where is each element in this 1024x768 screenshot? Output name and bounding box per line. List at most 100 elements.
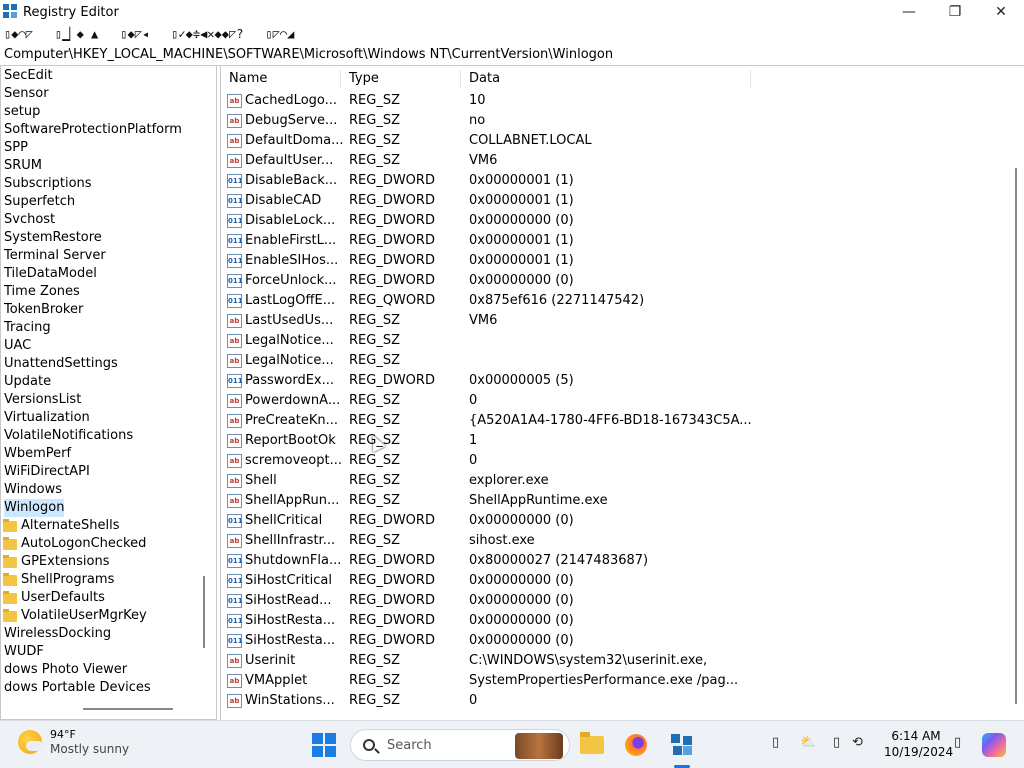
value-row[interactable]: ab LastUsedUs... REG_SZ VM6 [221,311,1011,331]
value-row[interactable]: ab ReportBootOk REG_SZ 1 [221,431,1011,451]
tree-item[interactable]: AlternateShells [3,517,120,535]
minimize-button[interactable]: — [886,0,932,24]
tree-horizontal-scrollbar[interactable] [83,708,173,710]
address-path[interactable]: Computer\HKEY_LOCAL_MACHINE\SOFTWARE\Mic… [4,47,613,62]
value-row[interactable]: ab Shell REG_SZ explorer.exe [221,471,1011,491]
tree-item[interactable]: Terminal Server [4,247,106,265]
menu-edit[interactable]: ▯▁▏◆ ▲ [55,27,98,41]
value-row[interactable]: ab CachedLogo... REG_SZ 10 [221,91,1011,111]
start-button[interactable] [312,733,336,757]
value-row[interactable]: ab ShellAppRun... REG_SZ ShellAppRuntime.ex… [221,491,1011,511]
key-tree-pane[interactable]: SecEdit Sensor setup SoftwareProtectionPlat… [0,66,217,720]
column-header-data[interactable]: Data [461,70,751,88]
list-vertical-scrollbar[interactable] [1015,168,1017,704]
values-list-pane[interactable]: Name Type Data ab CachedLogo... REG_SZ 10 ab… [220,66,1024,720]
value-row[interactable]: ab DebugServe... REG_SZ no [221,111,1011,131]
value-row[interactable]: ab Userinit REG_SZ C:\WINDOWS\system32\user… [221,651,1011,671]
tree-item[interactable]: UAC [4,337,31,355]
value-row[interactable]: 011 ShellCritical REG_DWORD 0x00000000 (0) [221,511,1011,531]
value-row[interactable]: ab PowerdownA... REG_SZ 0 [221,391,1011,411]
value-row[interactable]: 011 ForceUnlock... REG_DWORD 0x00000000 (0) [221,271,1011,291]
tree-item[interactable]: Windows [4,481,62,499]
value-row[interactable]: 011 EnableSIHos... REG_DWORD 0x00000001 (1) [221,251,1011,271]
volume-icon[interactable]: ⟲ [852,735,863,750]
value-row[interactable]: ab PreCreateKn... REG_SZ {A520A1A4-1780-4FF… [221,411,1011,431]
tree-item[interactable]: TileDataModel [4,265,97,283]
taskbar-search[interactable]: Search [350,729,570,761]
tree-vertical-scrollbar[interactable] [203,576,205,648]
value-row[interactable]: 011 SiHostCritical REG_DWORD 0x00000000 (0) [221,571,1011,591]
tree-item[interactable]: VersionsList [4,391,81,409]
tree-item[interactable]: Winlogon [4,499,65,517]
value-row[interactable]: 011 SiHostResta... REG_DWORD 0x00000000 (0) [221,631,1011,651]
tree-item[interactable]: setup [4,103,40,121]
tree-item[interactable]: WbemPerf [4,445,71,463]
value-row[interactable]: 011 ShutdownFla... REG_DWORD 0x80000027 (21… [221,551,1011,571]
tree-item[interactable]: Time Zones [4,283,80,301]
value-row[interactable]: 011 EnableFirstL... REG_DWORD 0x00000001 (1… [221,231,1011,251]
tree-item[interactable]: Update [4,373,51,391]
tree-item[interactable]: dows Portable Devices [4,679,151,697]
weather-widget[interactable]: 94°F Mostly sunny [18,727,129,757]
tree-item[interactable]: SRUM [4,157,42,175]
tree-item[interactable]: AutoLogonChecked [3,535,146,553]
tree-item[interactable]: Svchost [4,211,55,229]
value-row[interactable]: 011 SiHostResta... REG_DWORD 0x00000000 (0) [221,611,1011,631]
value-row[interactable]: 011 PasswordEx... REG_DWORD 0x00000005 (5) [221,371,1011,391]
tree-item[interactable]: SecEdit [4,67,53,85]
tree-item[interactable]: Sensor [4,85,49,103]
menu-view[interactable]: ▯◆◸◂ [120,27,149,41]
tree-item[interactable]: SystemRestore [4,229,102,247]
tree-item[interactable]: Subscriptions [4,175,92,193]
tree-item[interactable]: WiFiDirectAPI [4,463,90,481]
notification-icon[interactable]: ▯ [954,735,961,750]
value-data: ShellAppRuntime.exe [469,493,608,508]
tree-item[interactable]: VolatileUserMgrKey [3,607,147,625]
tree-item[interactable]: SoftwareProtectionPlatform [4,121,182,139]
tree-item[interactable]: ShellPrograms [3,571,114,589]
menu-file[interactable]: ▯◆◠◸ [4,27,33,41]
menu-favorites[interactable]: ▯✓◆≑◀✕◆◆◸? [171,27,243,41]
onedrive-icon[interactable]: ⛅ [800,735,816,750]
tree-item[interactable]: WirelessDocking [4,625,111,643]
tree-item[interactable]: SPP [4,139,28,157]
value-row[interactable]: ab DefaultDoma... REG_SZ COLLABNET.LOCAL [221,131,1011,151]
title-bar[interactable]: Registry Editor — ❐ ✕ [0,0,1024,24]
address-bar[interactable]: Computer\HKEY_LOCAL_MACHINE\SOFTWARE\Mic… [0,44,1024,66]
tree-item[interactable]: GPExtensions [3,553,110,571]
value-row[interactable]: 011 LastLogOffE... REG_QWORD 0x875ef616 (22… [221,291,1011,311]
network-icon[interactable]: ▯ [833,735,840,750]
tree-item[interactable]: Superfetch [4,193,75,211]
copilot-icon[interactable] [982,733,1006,757]
close-button[interactable]: ✕ [978,0,1024,24]
value-row[interactable]: 011 DisableLock... REG_DWORD 0x00000000 (0) [221,211,1011,231]
tree-item[interactable]: VolatileNotifications [4,427,133,445]
value-row[interactable]: ab scremoveopt... REG_SZ 0 [221,451,1011,471]
value-row[interactable]: 011 DisableCAD REG_DWORD 0x00000001 (1) [221,191,1011,211]
column-header-name[interactable]: Name [221,70,341,88]
value-row[interactable]: ab LegalNotice... REG_SZ [221,331,1011,351]
maximize-button[interactable]: ❐ [932,0,978,24]
tree-item[interactable]: dows Photo Viewer [4,661,127,679]
value-row[interactable]: 011 DisableBack... REG_DWORD 0x00000001 (1) [221,171,1011,191]
value-row[interactable]: ab DefaultUser... REG_SZ VM6 [221,151,1011,171]
tree-item[interactable]: Virtualization [4,409,90,427]
regedit-taskbar-icon[interactable] [668,731,696,759]
clock[interactable]: 6:14 AM 10/19/2024 [884,728,953,760]
value-row[interactable]: ab WinStations... REG_SZ 0 [221,691,1011,711]
value-row[interactable]: ab VMApplet REG_SZ SystemPropertiesPerforma… [221,671,1011,691]
value-type: REG_SZ [349,453,400,468]
file-explorer-icon[interactable] [578,731,606,759]
value-row[interactable]: ab ShellInfrastr... REG_SZ sihost.exe [221,531,1011,551]
firefox-icon[interactable] [622,731,650,759]
tree-item[interactable]: UserDefaults [3,589,105,607]
tree-item[interactable]: UnattendSettings [4,355,118,373]
tree-item[interactable]: Tracing [4,319,51,337]
value-row[interactable]: 011 SiHostRead... REG_DWORD 0x00000000 (0) [221,591,1011,611]
tree-item[interactable]: TokenBroker [4,301,83,319]
value-row[interactable]: ab LegalNotice... REG_SZ [221,351,1011,371]
tree-item[interactable]: WUDF [4,643,44,661]
menu-help[interactable]: ▯◸◠◢ [265,27,294,41]
tray-overflow-icon[interactable]: ▯ [772,735,779,750]
column-header-type[interactable]: Type [341,70,461,88]
